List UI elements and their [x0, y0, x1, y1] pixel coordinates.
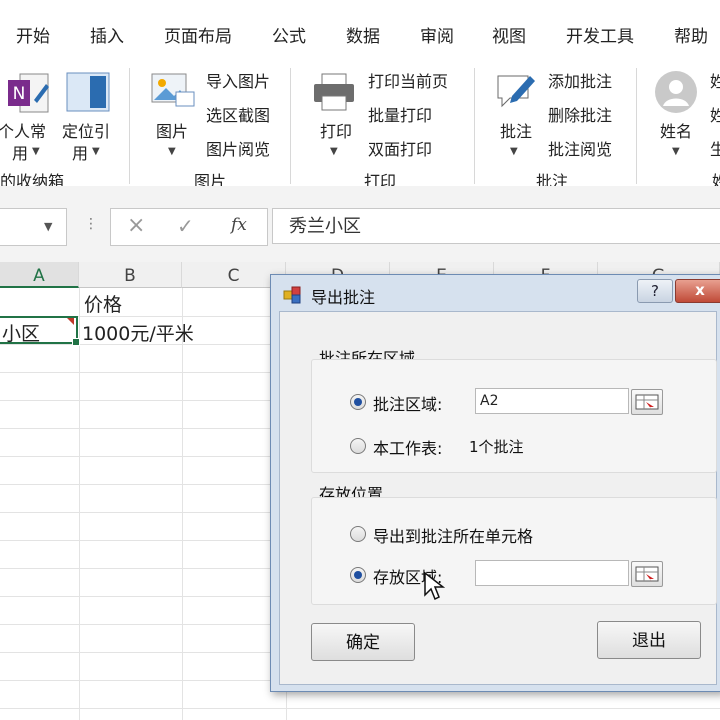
- name-item-2[interactable]: 姓: [710, 102, 720, 126]
- user-avatar-icon: [655, 71, 697, 113]
- whole-sheet-label[interactable]: 本工作表:: [373, 435, 442, 459]
- chevron-down-icon: ▼: [672, 146, 680, 157]
- print-current-page-item[interactable]: 打印当前页: [368, 68, 448, 92]
- personal-favorites-button[interactable]: N 个人常 用 ▼: [0, 68, 56, 168]
- app-window-icon: [283, 286, 301, 304]
- comment-button[interactable]: 批注 ▼: [492, 68, 542, 168]
- comment-indicator-icon: [67, 318, 74, 325]
- duplex-print-item[interactable]: 双面打印: [368, 136, 432, 160]
- storage-location-group: [311, 497, 717, 605]
- storage-range-input[interactable]: [475, 560, 629, 586]
- menu-tab-bar: 开始 插入 页面布局 公式 数据 审阅 视图 开发工具 帮助: [0, 0, 720, 64]
- cell-b2[interactable]: 1000元/平米: [82, 319, 194, 346]
- grid-line: [182, 288, 183, 720]
- cancel-icon[interactable]: ×: [127, 213, 145, 238]
- whole-sheet-comment-count: 1个批注: [469, 438, 524, 456]
- enter-check-icon[interactable]: ✓: [177, 214, 194, 238]
- storage-range-select-button[interactable]: [631, 561, 663, 587]
- close-button[interactable]: x: [675, 279, 720, 303]
- locate-reference-button[interactable]: 定位引 用 ▼: [60, 68, 120, 168]
- exit-button[interactable]: 退出: [597, 621, 701, 659]
- tab-view[interactable]: 视图: [492, 22, 526, 47]
- print-button[interactable]: 打印 ▼: [310, 68, 360, 168]
- onenote-icon: N: [8, 73, 49, 113]
- range-picker-icon: [635, 566, 659, 582]
- fill-handle[interactable]: [72, 338, 80, 346]
- export-comments-dialog: 导出批注 ? x 批注所在区域 批注区域: A2 本工作表: 1个批注 存放位置…: [270, 274, 720, 692]
- whole-sheet-radio[interactable]: [350, 438, 366, 454]
- formula-actions: × ✓ fx: [110, 208, 268, 246]
- formula-bar: ▼ ⋮ × ✓ fx 秀兰小区: [0, 186, 720, 262]
- picture-icon: [151, 73, 195, 107]
- area-screenshot-item[interactable]: 选区截图: [206, 102, 270, 126]
- tab-page-layout[interactable]: 页面布局: [164, 22, 232, 47]
- comment-pen-icon: [497, 75, 535, 108]
- tab-review[interactable]: 审阅: [420, 22, 454, 47]
- name-button[interactable]: 姓名 ▼: [650, 68, 706, 168]
- comment-browse-item[interactable]: 批注阅览: [548, 136, 612, 160]
- ribbon-divider: [129, 68, 130, 184]
- comment-range-label[interactable]: 批注区域:: [373, 391, 442, 415]
- ribbon-divider: [636, 68, 637, 184]
- chevron-down-icon: ▼: [330, 146, 338, 157]
- export-to-comment-cell-radio[interactable]: [350, 526, 366, 542]
- svg-text:N: N: [13, 84, 26, 104]
- comment-button-label: 批注: [500, 122, 533, 141]
- import-picture-item[interactable]: 导入图片: [206, 68, 270, 92]
- tab-developer[interactable]: 开发工具: [566, 22, 634, 47]
- formula-input[interactable]: 秀兰小区: [272, 208, 720, 244]
- column-header-a[interactable]: A: [0, 262, 79, 288]
- storage-range-radio[interactable]: [350, 567, 366, 583]
- locate-reference-label-l2: 用: [72, 144, 89, 163]
- range-picker-icon: [635, 394, 659, 410]
- comment-range-input[interactable]: A2: [475, 388, 629, 414]
- chevron-down-icon: ▼: [168, 146, 176, 157]
- cell-a2-text: 小区: [2, 323, 41, 345]
- tab-home[interactable]: 开始: [16, 22, 50, 47]
- personal-favorites-label-l2: 用: [12, 144, 29, 163]
- printer-icon: [314, 73, 354, 111]
- range-select-button[interactable]: [631, 389, 663, 415]
- locate-reference-label-l1: 定位引: [62, 122, 111, 141]
- ribbon: N 个人常 用 ▼ 定位引 用 ▼ 的收纳箱 图片 ▼ 导入图片 选区截图 图片…: [0, 64, 720, 191]
- name-button-label: 姓名: [660, 122, 693, 141]
- column-header-b[interactable]: B: [79, 262, 182, 288]
- tab-formulas[interactable]: 公式: [272, 22, 306, 47]
- chevron-down-icon: ▼: [92, 146, 100, 157]
- add-comment-item[interactable]: 添加批注: [548, 68, 612, 92]
- picture-button-label: 图片: [156, 122, 189, 141]
- personal-favorites-label-l1: 个人常: [0, 122, 47, 141]
- drag-handle-icon[interactable]: ⋮: [84, 216, 98, 232]
- cell-b1[interactable]: 价格: [84, 290, 122, 317]
- locate-panel-icon: [66, 72, 110, 112]
- ok-button[interactable]: 确定: [311, 623, 415, 661]
- tab-help[interactable]: 帮助: [674, 22, 708, 47]
- chevron-down-icon: ▼: [32, 146, 40, 157]
- tab-data[interactable]: 数据: [346, 22, 380, 47]
- insert-function-icon[interactable]: fx: [231, 215, 247, 235]
- picture-browse-item[interactable]: 图片阅览: [206, 136, 270, 160]
- grid-line: [0, 708, 720, 709]
- delete-comment-item[interactable]: 删除批注: [548, 102, 612, 126]
- selected-cell-a2[interactable]: 小区: [0, 316, 80, 346]
- name-box[interactable]: ▼: [0, 208, 67, 246]
- name-item-3[interactable]: 生: [710, 136, 720, 160]
- ribbon-divider: [290, 68, 291, 184]
- print-button-label: 打印: [320, 122, 353, 141]
- tab-insert[interactable]: 插入: [90, 22, 124, 47]
- comment-range-radio[interactable]: [350, 394, 366, 410]
- help-button[interactable]: ?: [637, 279, 673, 303]
- grid-line: [79, 288, 80, 720]
- mouse-cursor-icon: [424, 571, 445, 601]
- picture-button[interactable]: 图片 ▼: [148, 68, 198, 168]
- name-item-1[interactable]: 姓: [710, 68, 720, 92]
- chevron-down-icon[interactable]: ▼: [44, 220, 52, 233]
- export-to-comment-cell-label[interactable]: 导出到批注所在单元格: [373, 523, 533, 547]
- batch-print-item[interactable]: 批量打印: [368, 102, 432, 126]
- ribbon-divider: [474, 68, 475, 184]
- chevron-down-icon: ▼: [510, 146, 518, 157]
- dialog-title: 导出批注: [311, 288, 376, 307]
